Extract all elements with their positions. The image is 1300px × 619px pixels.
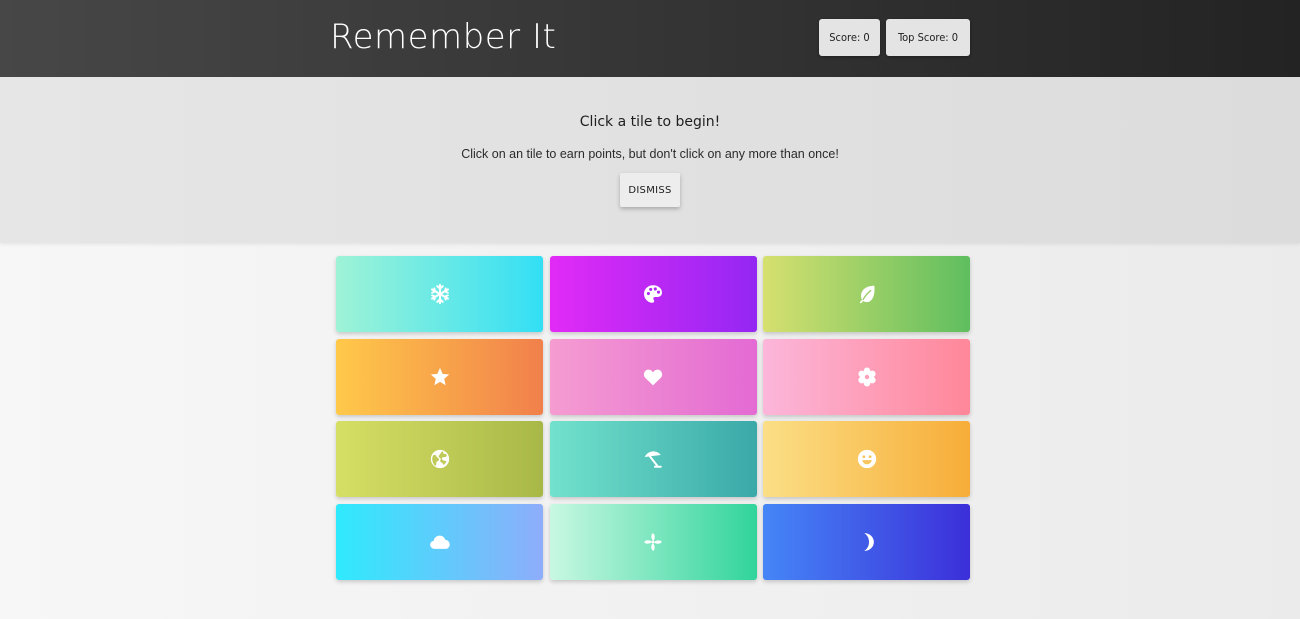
star-icon [429, 366, 451, 388]
banner-message: Click on an tile to earn points, but don… [461, 147, 839, 161]
globe-icon [429, 448, 451, 470]
tile-pinwheel[interactable] [549, 503, 757, 580]
tile-moon[interactable] [763, 503, 970, 580]
leaf-icon [856, 283, 878, 305]
app-title: Remember It [330, 17, 557, 57]
tile-palette[interactable] [549, 256, 757, 332]
tile-smile[interactable] [763, 421, 970, 497]
tile-heart[interactable] [549, 338, 757, 415]
umbrella-beach-icon [642, 448, 664, 470]
instructions-banner: Click a tile to begin! Click on an tile … [0, 77, 1300, 243]
heart-icon [642, 366, 664, 388]
tile-snowflake[interactable] [336, 256, 543, 332]
tile-cloud[interactable] [336, 503, 543, 580]
flower-icon [856, 366, 878, 388]
palette-icon [642, 283, 664, 305]
snowflake-icon [429, 283, 451, 305]
banner-heading: Click a tile to begin! [579, 114, 721, 130]
pinwheel-icon [642, 531, 664, 553]
tile-grid [336, 256, 970, 580]
tile-leaf[interactable] [763, 256, 970, 332]
tile-umbrella-beach[interactable] [549, 421, 757, 497]
dismiss-button[interactable]: DISMISS [620, 173, 680, 207]
tile-globe[interactable] [336, 421, 543, 497]
moon-icon [856, 531, 878, 553]
tile-star[interactable] [336, 338, 543, 415]
cloud-icon [429, 531, 451, 553]
tile-flower[interactable] [763, 338, 970, 415]
score-display: Score: 0 [819, 19, 880, 56]
top-score-display: Top Score: 0 [886, 19, 970, 56]
smile-icon [856, 448, 878, 470]
app-header: Remember It Score: 0 Top Score: 0 [0, 0, 1300, 77]
